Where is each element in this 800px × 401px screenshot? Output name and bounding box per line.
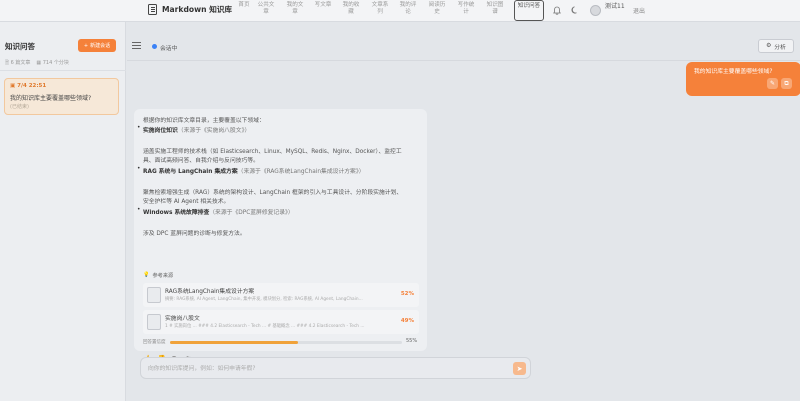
bell-icon[interactable] [553,6,561,17]
nav-link-public-articles[interactable]: 公共文章 [255,2,277,16]
answer-item-1: 实施岗位知识（来源于《实施岗八股文》） [143,128,251,134]
sidebar: 知识问答 + 新建会话 🗎 6 篇文章 ▦ 714 个分块 ▣ 7/4 22:5… [0,22,126,401]
sidebar-title: 知识问答 [5,42,35,51]
session-title: 我的知识库主要覆盖哪些领域? [10,95,92,102]
question-input-box: ➤ [140,357,531,379]
reference-card[interactable]: RAG系统LangChain集成设计方案 摘要: RAG系统, AI Agent… [143,283,419,307]
moon-icon[interactable] [571,6,579,16]
user-message: 我的知识库主要覆盖哪些领域? ✎ ⧉ [686,62,800,96]
document-icon [147,314,161,330]
top-nav: Markdown 知识库 首页 公共文章 我的文章 写文章 我的收藏 文章系列 … [0,0,800,22]
app-title: Markdown 知识库 [162,5,232,14]
copy-icon[interactable]: ⧉ [781,78,792,89]
reference-title: 实施岗八股文 [165,316,200,322]
user-message-text: 我的知识库主要覆盖哪些领域? [694,69,773,75]
menu-icon[interactable] [132,42,141,49]
reference-snippet: 摘要: RAG系统, AI Agent, LangChain, 集中开发, 模块… [165,297,363,302]
chat-main: 会话中 ⚙ 分析 我的知识库主要覆盖哪些领域? ✎ ⧉ 根据你的知识库文章目录，… [127,22,800,401]
session-item[interactable]: ▣ 7/4 22:51 我的知识库主要覆盖哪些领域? (已结束) [4,78,119,115]
bulb-icon: 💡 [143,272,150,278]
header-divider [127,60,800,61]
answer-item-1-desc-1: 涵盖实施工程师的技术栈（如 Elasticsearch、Linux、MySQL、… [143,149,402,155]
answer-item-1-desc-2: 具、面试高频问答、自我介绍与反问技巧等。 [143,158,259,164]
confidence-label: 回答置信度 [143,340,166,345]
avatar[interactable] [590,5,601,16]
answer-item-3: Windows 系统故障排查（来源于《DPC蓝屏修复记录》） [143,210,294,216]
reference-score: 52% [400,291,414,297]
confidence-value: 55% [406,338,418,344]
answer-item-2: RAG 系统与 LangChain 集成方案（来源于《RAG系统LangChai… [143,169,365,175]
reference-snippet: 1 # 实施岗位 ... ### 4.2 Elasticsearch - Tec… [165,324,365,329]
session-status-text: 会话中 [160,46,178,52]
sidebar-divider [0,70,126,71]
reference-score: 49% [400,318,414,324]
answer-item-2-desc-2: 安全护栏等 AI Agent 相关技术。 [143,199,230,205]
answer-intro: 根据你的知识库文章目录，主要覆盖以下领域： [143,118,265,124]
nav-link-series[interactable]: 文章系列 [369,2,391,16]
gear-icon: ⚙ [766,43,772,49]
analyze-label: 分析 [774,44,786,51]
bullet: • [137,125,141,131]
doc-count: 🗎 6 篇文章 [5,60,31,66]
new-session-button[interactable]: + 新建会话 [78,39,116,52]
nav-link-stats[interactable]: 写作统计 [455,2,477,16]
book-icon [148,4,157,15]
document-icon [147,287,161,303]
brand[interactable]: Markdown 知识库 [148,4,232,15]
confidence-bar-fill [170,341,298,344]
question-input[interactable] [148,363,488,374]
bullet: • [137,207,141,213]
confidence-bar [170,341,402,344]
session-status: (已结束) [10,104,29,110]
new-session-label: 新建会话 [90,43,111,49]
nav-link-my-articles[interactable]: 我的文章 [284,2,306,16]
kb-stats: 🗎 6 篇文章 ▦ 714 个分块 [5,59,69,68]
analyze-button[interactable]: ⚙ 分析 [758,39,794,53]
assistant-message: 根据你的知识库文章目录，主要覆盖以下领域： • 实施岗位知识（来源于《实施岗八股… [134,109,427,362]
nav-link-favorites[interactable]: 我的收藏 [340,2,362,16]
status-dot [152,44,157,49]
edit-icon[interactable]: ✎ [767,78,778,89]
answer-item-3-desc-1: 涉及 DPC 蓝屏问题的诊断与修复方法。 [143,231,246,237]
nav-link-write[interactable]: 写文章 [312,2,334,9]
nav-link-home[interactable]: 首页 [233,2,255,9]
send-button[interactable]: ➤ [513,362,526,375]
plus-icon: + [83,42,89,49]
references-header: 💡 参考来源 [143,272,174,279]
logout-link[interactable]: 退出 [633,6,645,15]
chunk-count: ▦ 714 个分块 [36,60,69,66]
nav-link-graph[interactable]: 知识图谱 [484,2,506,16]
send-icon: ➤ [516,364,523,373]
answer-item-2-desc-1: 聚焦检索增强生成（RAG）系统的架构设计、LangChain 框架的引入与工具设… [143,190,403,196]
nav-link-history[interactable]: 阅读历史 [426,2,448,16]
bullet: • [137,166,141,172]
nav-link-qa[interactable]: 知识问答 [514,0,544,21]
reference-card[interactable]: 实施岗八股文 1 # 实施岗位 ... ### 4.2 Elasticsearc… [143,310,419,334]
nav-link-comments[interactable]: 我的评论 [397,2,419,16]
user-name[interactable]: 测试11 [605,3,625,10]
session-time: ▣ 7/4 22:51 [10,83,47,89]
reference-title: RAG系统LangChain集成设计方案 [165,289,255,295]
